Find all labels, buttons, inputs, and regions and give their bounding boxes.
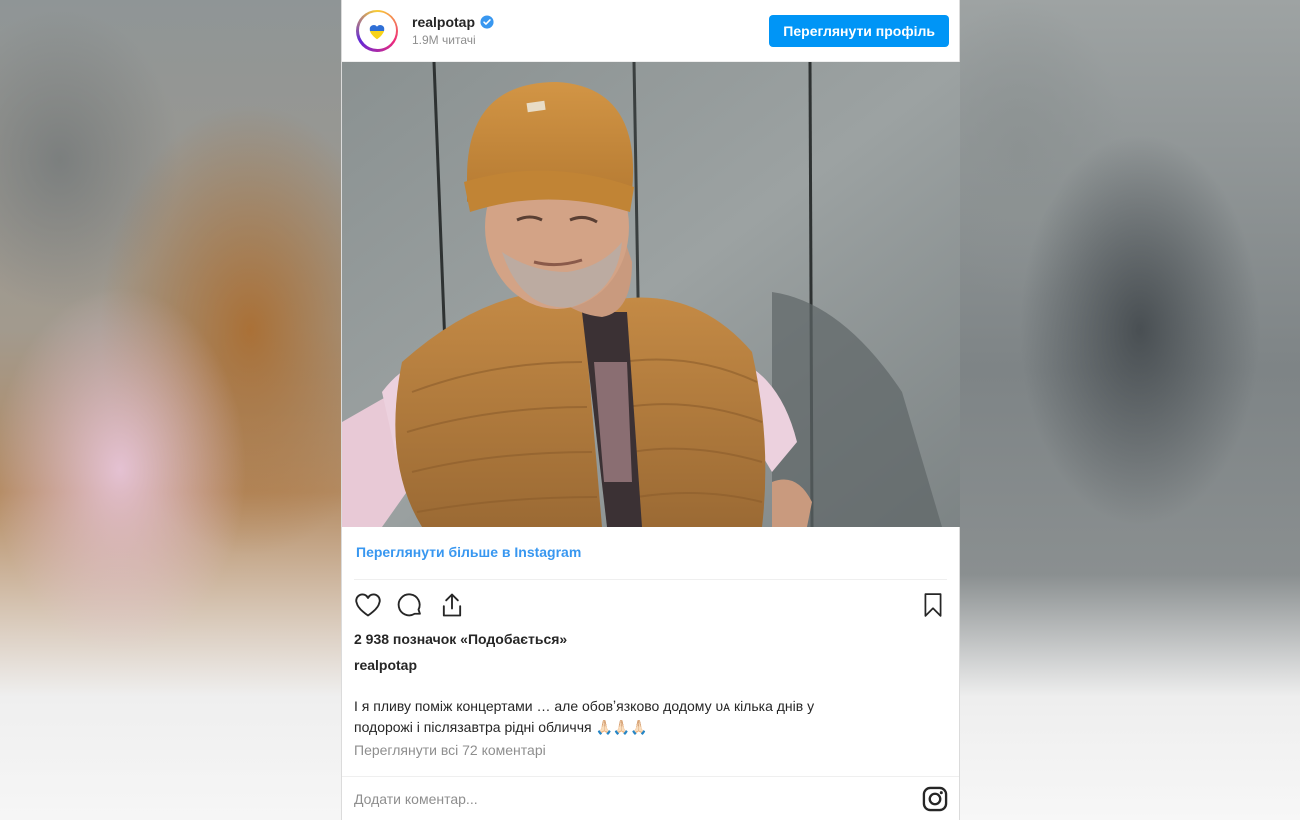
like-count[interactable]: 2 938 позначок «Подобається» [342, 630, 959, 656]
blurred-background-right [960, 0, 1300, 820]
user-block: realpotap 1.9M читачі [412, 14, 769, 47]
view-all-comments-link[interactable]: Переглянути всі 72 коментарі [342, 738, 959, 774]
username[interactable]: realpotap [412, 14, 475, 30]
follower-count: 1.9M читачі [412, 33, 476, 47]
caption-line: подорожі і післязавтра рідні обличчя 🙏🏻🙏… [354, 719, 648, 735]
post-photo-image [342, 62, 960, 527]
heart-icon[interactable] [352, 589, 384, 621]
ukraine-heart-icon [369, 24, 385, 39]
bookmark-icon[interactable] [917, 589, 949, 621]
caption-line: І я пливу поміж концертами … але обовʼяз… [354, 698, 815, 714]
add-comment-bar: Додати коментар... [342, 776, 959, 820]
post-header: realpotap 1.9M читачі Переглянути профіл… [342, 0, 959, 62]
action-bar [342, 580, 959, 630]
view-profile-button[interactable]: Переглянути профіль [769, 14, 949, 47]
view-more-on-instagram-link[interactable]: Переглянути більше в Instagram [342, 527, 959, 579]
avatar[interactable] [356, 9, 398, 52]
caption-text: І я пливу поміж концертами … але обовʼяз… [342, 696, 959, 738]
post-photo[interactable] [342, 62, 960, 527]
comment-bubble-icon[interactable] [394, 589, 426, 621]
instagram-icon[interactable] [921, 785, 949, 813]
add-comment-input[interactable]: Додати коментар... [354, 791, 921, 807]
caption-username[interactable]: realpotap [342, 656, 959, 696]
blurred-background-left [0, 0, 341, 820]
verified-badge-icon [480, 15, 494, 29]
share-icon[interactable] [436, 589, 468, 621]
instagram-embed-card: realpotap 1.9M читачі Переглянути профіл… [341, 0, 960, 820]
